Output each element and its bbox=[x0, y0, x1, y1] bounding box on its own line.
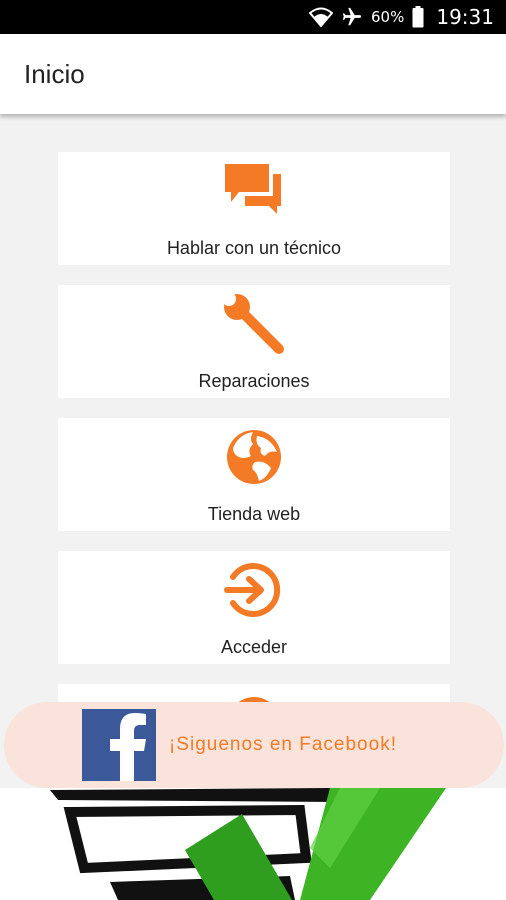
menu-item-label: Hablar con un técnico bbox=[166, 238, 342, 258]
clock: 19:31 bbox=[436, 5, 494, 29]
wrench-icon bbox=[223, 293, 284, 354]
checklist-checkmark-image bbox=[0, 788, 506, 900]
menu-list: Hablar con un técnico Reparaciones Tiend… bbox=[0, 114, 506, 788]
menu-item-talk-to-technician[interactable]: Hablar con un técnico bbox=[58, 152, 450, 265]
facebook-follow-text: ¡Siguenos en Facebook! bbox=[169, 734, 397, 755]
wifi-icon bbox=[309, 7, 334, 28]
facebook-follow-bar[interactable]: ¡Siguenos en Facebook! bbox=[4, 702, 504, 788]
page-title: Inicio bbox=[24, 58, 85, 89]
status-bar: 60% 19:31 bbox=[0, 0, 506, 34]
menu-item-web-store[interactable]: Tienda web bbox=[58, 418, 450, 531]
app-bar: Inicio bbox=[0, 34, 506, 114]
globe-icon bbox=[227, 430, 281, 484]
ad-banner[interactable] bbox=[0, 788, 506, 900]
battery-percentage: 60% bbox=[371, 8, 405, 26]
facebook-icon bbox=[82, 709, 156, 781]
menu-item-label: Acceder bbox=[220, 637, 288, 657]
airplane-icon bbox=[342, 7, 362, 26]
menu-item-label: Reparaciones bbox=[198, 371, 310, 391]
chat-icon bbox=[225, 164, 281, 214]
menu-item-login[interactable]: Acceder bbox=[58, 551, 450, 664]
login-icon bbox=[224, 563, 281, 617]
battery-icon bbox=[412, 6, 424, 28]
menu-item-repairs[interactable]: Reparaciones bbox=[58, 285, 450, 398]
menu-item-label: Tienda web bbox=[207, 504, 301, 524]
